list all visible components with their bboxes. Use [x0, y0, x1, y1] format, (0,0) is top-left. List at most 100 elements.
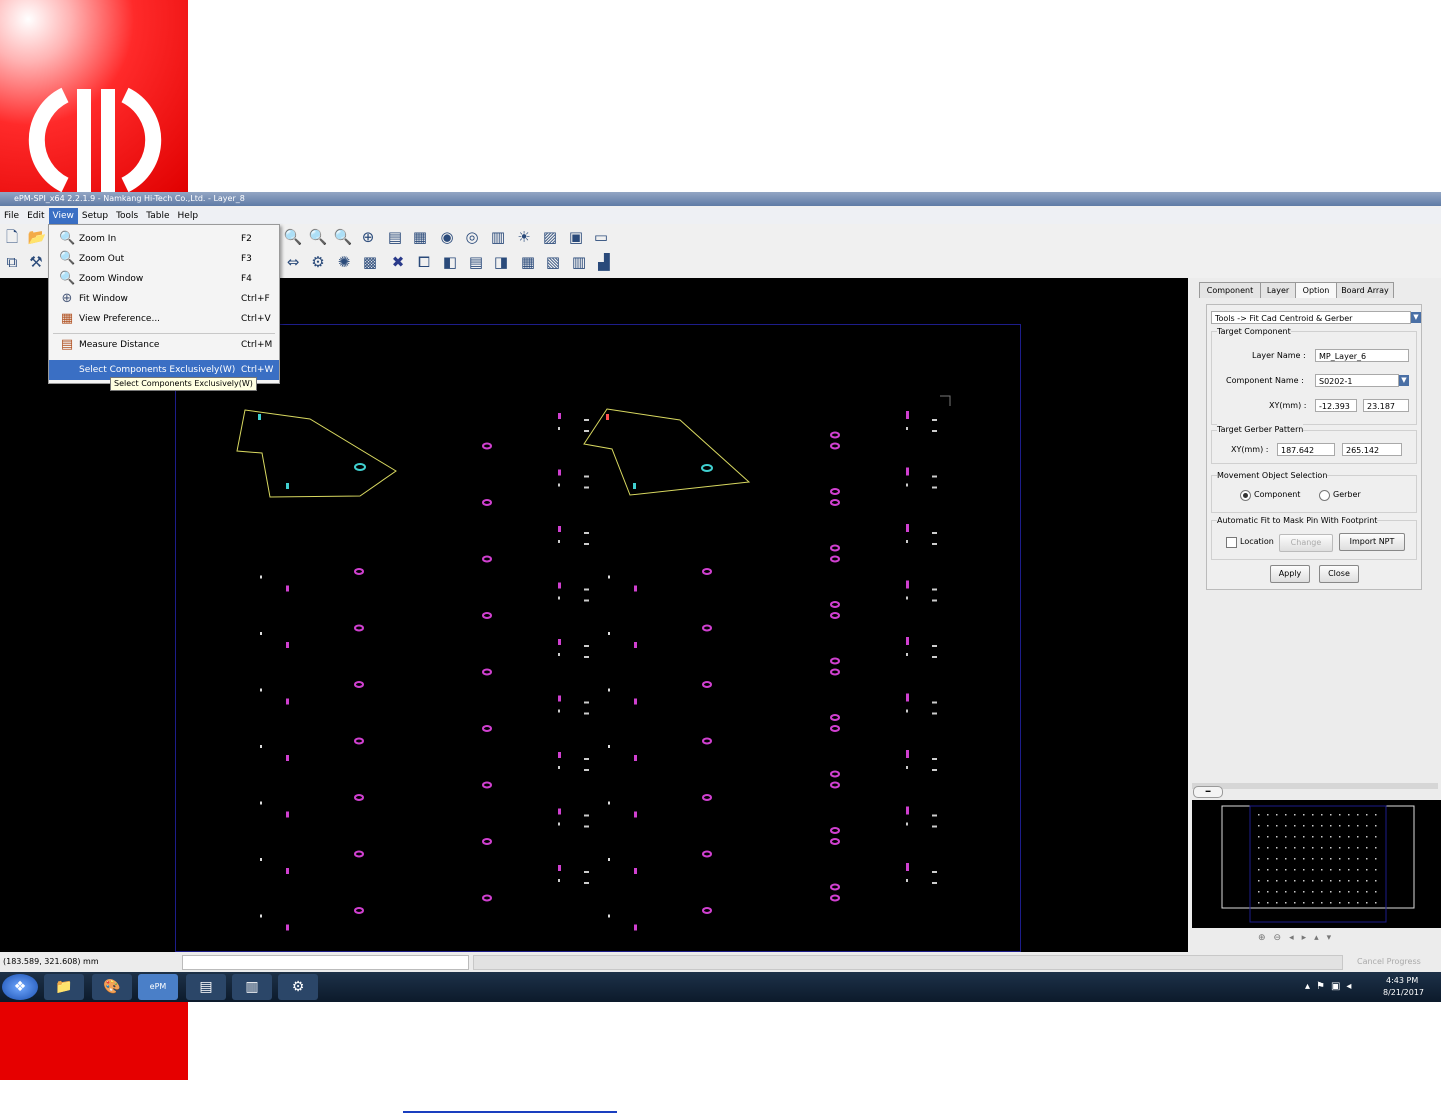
- menu-help[interactable]: Help: [174, 208, 203, 224]
- pad: [932, 532, 937, 534]
- minimap[interactable]: [1192, 800, 1441, 928]
- menu-item-zoom-window[interactable]: 🔍 Zoom Window F4: [49, 269, 279, 289]
- location-checkbox[interactable]: [1226, 537, 1237, 548]
- board-tool-icon[interactable]: ▣: [566, 227, 586, 247]
- menu-item-zoom-out[interactable]: 🔍 Zoom Out F3: [49, 249, 279, 269]
- menu-view[interactable]: View: [48, 208, 78, 224]
- change-button[interactable]: Change: [1279, 534, 1333, 552]
- move-tool-icon[interactable]: ⇔: [283, 252, 303, 272]
- gerber-y-field[interactable]: 265.142: [1342, 443, 1402, 456]
- menu-item-shortcut: F2: [241, 234, 252, 244]
- tray-icons[interactable]: ▴⚑▣◂: [1305, 981, 1357, 992]
- radio-component[interactable]: [1240, 490, 1251, 501]
- pad: [702, 737, 712, 745]
- menu-item-fit-window[interactable]: ⊕ Fit Window Ctrl+F: [49, 289, 279, 309]
- gear-icon[interactable]: ⚙: [308, 252, 328, 272]
- open-folder-icon[interactable]: 📂: [27, 227, 47, 247]
- document-taskbar-icon[interactable]: ▤: [186, 974, 226, 1000]
- epm-taskbar-icon[interactable]: ePM: [138, 974, 178, 1000]
- align-tool-icon[interactable]: ▩: [360, 252, 380, 272]
- image-tool-icon[interactable]: ▧: [543, 252, 563, 272]
- wrench-icon[interactable]: ⚒: [26, 252, 46, 272]
- pad: [286, 642, 289, 648]
- import-npt-button[interactable]: Import NPT: [1339, 533, 1405, 551]
- array-tool-icon[interactable]: ◨: [491, 252, 511, 272]
- minimap-dot: [1267, 869, 1269, 871]
- pad: [584, 656, 589, 658]
- chart-taskbar-icon[interactable]: ▥: [232, 974, 272, 1000]
- layer-name-field[interactable]: MP_Layer_6: [1315, 349, 1409, 362]
- sun-tool-icon[interactable]: ☀: [514, 227, 534, 247]
- export-tool-icon[interactable]: ▨: [540, 227, 560, 247]
- chart-tool-icon[interactable]: ▥: [488, 227, 508, 247]
- report-tool-icon[interactable]: ▥: [569, 252, 589, 272]
- minimap-dot: [1321, 880, 1323, 882]
- radio-gerber[interactable]: [1319, 490, 1330, 501]
- zoom-icon[interactable]: 🔍: [283, 227, 303, 247]
- table-tool-icon[interactable]: ▤: [466, 252, 486, 272]
- tool-taskbar-icon[interactable]: ⚙: [278, 974, 318, 1000]
- settings-tool-icon[interactable]: ✺: [334, 252, 354, 272]
- minimap-dot: [1276, 880, 1278, 882]
- pad: [634, 698, 637, 705]
- cad-import-icon[interactable]: ⧉: [2, 252, 22, 272]
- tab-board-array[interactable]: Board Array: [1336, 282, 1394, 298]
- tab-option[interactable]: Option: [1295, 282, 1337, 298]
- menu-table[interactable]: Table: [142, 208, 173, 224]
- pad: [286, 755, 289, 761]
- menu-edit[interactable]: Edit: [23, 208, 48, 224]
- pad: [830, 488, 840, 495]
- pad: [830, 442, 840, 450]
- new-file-icon[interactable]: 🗋: [2, 227, 22, 247]
- building-tool-icon[interactable]: ▟: [594, 252, 614, 272]
- zoom-window-tool-icon[interactable]: 🔍: [333, 227, 353, 247]
- menu-setup[interactable]: Setup: [78, 208, 112, 224]
- component-y-field[interactable]: 23.187: [1363, 399, 1409, 412]
- explorer-taskbar-icon[interactable]: 📁: [44, 974, 84, 1000]
- zoom-out-tool-icon[interactable]: 🔍: [308, 227, 328, 247]
- minimap-dot: [1312, 891, 1314, 893]
- copy-tool-icon[interactable]: ⧠: [414, 252, 434, 272]
- pad: [932, 645, 937, 647]
- paint-taskbar-icon[interactable]: 🎨: [92, 974, 132, 1000]
- grid-tool-icon[interactable]: ▦: [410, 227, 430, 247]
- pad: [584, 825, 589, 828]
- component-x-field[interactable]: -12.393: [1315, 399, 1357, 412]
- menu-item-measure-distance[interactable]: ▤ Measure Distance Ctrl+M: [49, 335, 279, 355]
- tab-component[interactable]: Component: [1199, 282, 1261, 298]
- panel-splitter[interactable]: [1192, 783, 1438, 789]
- zoom-out-icon: 🔍: [59, 251, 76, 266]
- menu-item-shortcut: Ctrl+F: [241, 294, 270, 304]
- start-button[interactable]: ❖: [2, 974, 38, 1000]
- menu-item-view-preference[interactable]: ▦ View Preference... Ctrl+V: [49, 309, 279, 329]
- pad-tool-icon[interactable]: ◉: [437, 227, 457, 247]
- tab-layer[interactable]: Layer: [1260, 282, 1296, 298]
- pad: [906, 693, 909, 700]
- minimap-dot: [1321, 902, 1323, 904]
- minimap-nav-controls[interactable]: ⊕⊖◂▸▴▾: [1258, 933, 1378, 947]
- fit-tool-icon[interactable]: ⊕: [358, 227, 378, 247]
- slide-link-underline: [403, 1111, 617, 1113]
- cancel-progress-button[interactable]: Cancel Progress: [1357, 957, 1421, 966]
- pad: [932, 543, 937, 545]
- tool-select[interactable]: Tools -> Fit Cad Centroid & Gerber: [1211, 311, 1411, 324]
- delete-x-icon[interactable]: ✖: [388, 252, 408, 272]
- collapse-button[interactable]: ━: [1193, 786, 1223, 798]
- close-button[interactable]: Close: [1319, 565, 1359, 583]
- chevron-down-icon[interactable]: ▼: [1411, 312, 1421, 323]
- menu-file[interactable]: File: [0, 208, 23, 224]
- menu-item-zoom-in[interactable]: 🔍 Zoom In F2: [49, 229, 279, 249]
- apply-button[interactable]: Apply: [1270, 565, 1310, 583]
- stack-tool-icon[interactable]: ◧: [440, 252, 460, 272]
- map-tool-icon[interactable]: ▦: [518, 252, 538, 272]
- minimap-dot: [1285, 836, 1287, 838]
- layer-tool-icon[interactable]: ▤: [385, 227, 405, 247]
- chevron-down-icon[interactable]: ▼: [1399, 375, 1409, 386]
- gerber-x-field[interactable]: 187.642: [1277, 443, 1335, 456]
- component-name-select[interactable]: S0202-1: [1315, 374, 1399, 387]
- pad-edit-tool-icon[interactable]: ◎: [462, 227, 482, 247]
- menu-tools[interactable]: Tools: [112, 208, 142, 224]
- pad: [906, 540, 908, 543]
- panel-tool-icon[interactable]: ▭: [591, 227, 611, 247]
- pad: [932, 599, 937, 602]
